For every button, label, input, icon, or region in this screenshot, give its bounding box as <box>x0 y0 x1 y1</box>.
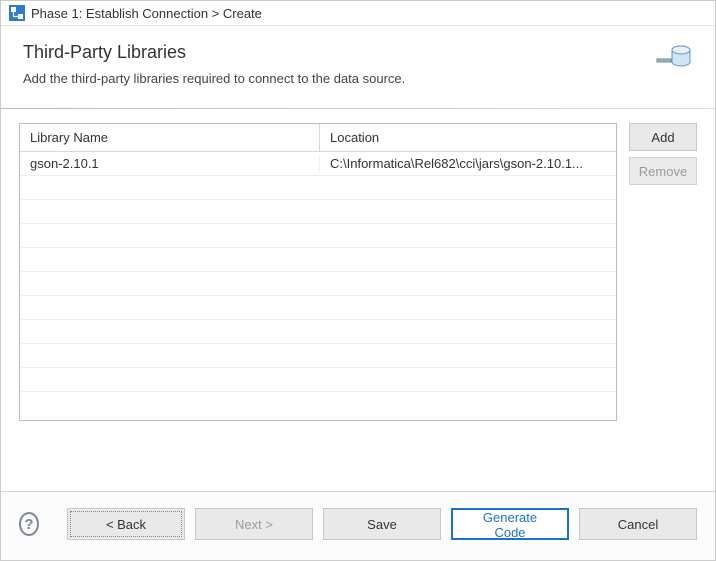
table-row-empty <box>20 344 616 368</box>
table-row-empty <box>20 296 616 320</box>
table-row-empty <box>20 248 616 272</box>
page-title: Third-Party Libraries <box>23 42 693 63</box>
table-header: Library Name Location <box>20 124 616 152</box>
database-icon <box>653 40 693 77</box>
table-row-empty <box>20 200 616 224</box>
column-header-location[interactable]: Location <box>320 124 616 151</box>
next-button: Next > <box>195 508 313 540</box>
back-button[interactable]: < Back <box>67 508 185 540</box>
cancel-button[interactable]: Cancel <box>579 508 697 540</box>
table-row-empty <box>20 320 616 344</box>
remove-button: Remove <box>629 157 697 185</box>
cell-library-location: C:\Informatica\Rel682\cci\jars\gson-2.10… <box>320 156 616 171</box>
table-row-empty <box>20 368 616 392</box>
help-icon[interactable]: ? <box>19 512 39 536</box>
titlebar: Phase 1: Establish Connection > Create <box>1 1 715 26</box>
table-row[interactable]: gson-2.10.1 C:\Informatica\Rel682\cci\ja… <box>20 152 616 176</box>
content-area: Library Name Location gson-2.10.1 C:\Inf… <box>1 109 715 491</box>
save-button[interactable]: Save <box>323 508 441 540</box>
table-row-empty <box>20 176 616 200</box>
table-body: gson-2.10.1 C:\Informatica\Rel682\cci\ja… <box>20 152 616 420</box>
side-buttons: Add Remove <box>629 123 697 421</box>
header: Third-Party Libraries Add the third-part… <box>1 26 715 108</box>
page-subtitle: Add the third-party libraries required t… <box>23 71 693 86</box>
add-button[interactable]: Add <box>629 123 697 151</box>
footer: ? < Back Next > Save Generate Code Cance… <box>1 492 715 560</box>
table-row-empty <box>20 272 616 296</box>
window-title: Phase 1: Establish Connection > Create <box>31 6 262 21</box>
app-icon <box>9 5 25 21</box>
table-row-empty <box>20 224 616 248</box>
column-header-name[interactable]: Library Name <box>20 124 320 151</box>
libraries-table[interactable]: Library Name Location gson-2.10.1 C:\Inf… <box>19 123 617 421</box>
cell-library-name: gson-2.10.1 <box>20 156 320 171</box>
generate-code-button[interactable]: Generate Code <box>451 508 569 540</box>
